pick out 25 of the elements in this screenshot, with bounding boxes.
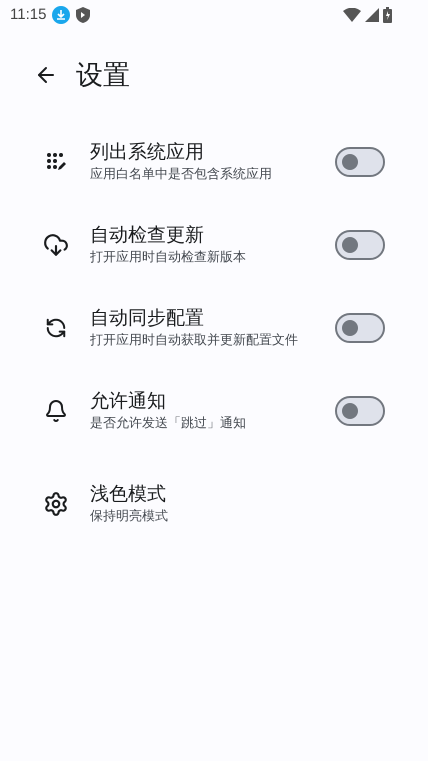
page-title: 设置 — [76, 58, 130, 92]
setting-description: 打开应用时自动获取并更新配置文件 — [90, 330, 299, 348]
setting-description: 保持明亮模式 — [90, 506, 169, 524]
sync-icon — [45, 316, 67, 338]
download-icon — [52, 6, 70, 24]
setting-description: 打开应用时自动检查新版本 — [90, 248, 247, 266]
setting-title: 自动同步配置 — [90, 306, 205, 330]
setting-title: 列出系统应用 — [90, 140, 205, 164]
setting-description: 是否允许发送「跳过」通知 — [90, 414, 247, 432]
toggle-switch[interactable] — [335, 396, 385, 426]
setting-title: 自动检查更新 — [90, 224, 205, 248]
status-time: 11:15 — [10, 4, 46, 25]
cloud-download-icon — [43, 232, 69, 258]
battery-icon — [383, 7, 392, 23]
bell-icon — [44, 398, 68, 422]
shield-icon — [76, 7, 90, 23]
toggle-switch[interactable] — [335, 146, 385, 176]
wifi-icon — [343, 8, 361, 22]
toggle-switch[interactable] — [335, 230, 385, 260]
setting-title: 浅色模式 — [90, 482, 167, 506]
setting-title: 允许通知 — [90, 390, 167, 414]
gear-icon — [43, 490, 69, 516]
signal-icon — [365, 8, 379, 22]
toggle-switch[interactable] — [335, 312, 385, 342]
setting-description: 应用白名单中是否包含系统应用 — [90, 164, 273, 182]
